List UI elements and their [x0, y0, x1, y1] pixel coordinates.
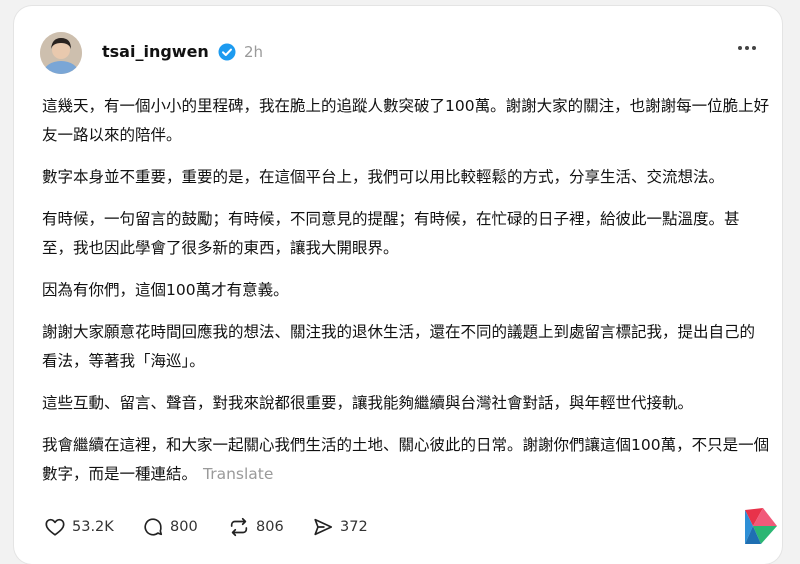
- comment-count: 800: [170, 519, 198, 535]
- verified-badge-icon: [218, 43, 236, 61]
- post-paragraph: 這幾天，有一個小小的里程碑，我在脆上的追蹤人數突破了100萬。謝謝大家的關注，也…: [42, 97, 770, 144]
- repost-icon: [230, 517, 248, 537]
- avatar[interactable]: [40, 32, 82, 74]
- action-bar: 53.2K 800 806 372: [44, 514, 444, 540]
- translate-link[interactable]: Translate: [203, 465, 273, 483]
- post-header: tsai_ingwen 2h: [40, 32, 760, 78]
- username[interactable]: tsai_ingwen: [102, 42, 209, 61]
- post-paragraph: 數字本身並不重要，重要的是，在這個平台上，我們可以用比較輕鬆的方式，分享生活、交…: [42, 168, 725, 186]
- share-send-icon: [314, 518, 333, 536]
- colorful-logo-icon: [745, 508, 777, 544]
- heart-icon: [45, 518, 65, 536]
- post-body: 這幾天，有一個小小的里程碑，我在脆上的追蹤人數突破了100萬。謝謝大家的關注，也…: [42, 92, 770, 502]
- comment-bubble-icon: [144, 518, 163, 536]
- post-card: tsai_ingwen 2h 這幾天，有一個小小的里程碑，我在脆上的追蹤人數突破…: [14, 6, 782, 564]
- comment-button[interactable]: 800: [142, 514, 198, 540]
- like-button[interactable]: 53.2K: [44, 514, 114, 540]
- post-paragraph: 這些互動、留言、聲音，對我來說都很重要，讓我能夠繼續與台灣社會對話，與年輕世代接…: [42, 394, 694, 412]
- post-paragraph: 謝謝大家願意花時間回應我的想法、關注我的退休生活，還在不同的議題上到處留言標記我…: [42, 323, 756, 370]
- repost-button[interactable]: 806: [228, 514, 284, 540]
- share-count: 372: [340, 519, 368, 535]
- more-options-icon[interactable]: [738, 46, 760, 56]
- share-button[interactable]: 372: [312, 514, 368, 540]
- like-count: 53.2K: [72, 519, 114, 535]
- post-paragraph: 因為有你們，這個100萬才有意義。: [42, 281, 289, 299]
- post-paragraph-last: 我會繼續在這裡，和大家一起關心我們生活的土地、關心彼此的日常。謝謝你們讓這個10…: [42, 431, 770, 489]
- post-timestamp: 2h: [244, 43, 264, 61]
- repost-count: 806: [256, 519, 284, 535]
- post-paragraph: 有時候，一句留言的鼓勵；有時候，不同意見的提醒；有時候，在忙碌的日子裡，給彼此一…: [42, 210, 740, 257]
- post-paragraph-text: 我會繼續在這裡，和大家一起關心我們生活的土地、關心彼此的日常。謝謝你們讓這個10…: [42, 436, 770, 483]
